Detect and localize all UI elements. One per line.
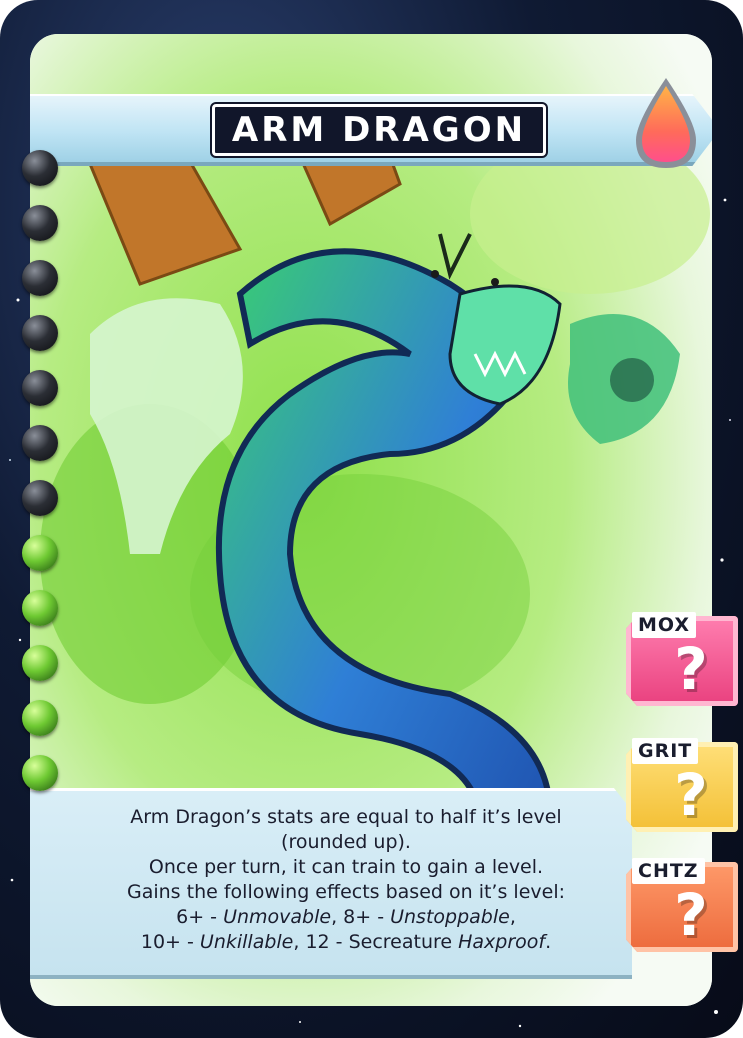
level-ring-filled [22,700,58,736]
stat-grit: GRIT ? [626,738,738,832]
effects-line: 10+ - Unkillable, 12 - Secreature Haxpro… [140,931,552,953]
fire-drop-icon [636,78,696,168]
level-ring [22,205,58,241]
level-ring [22,150,58,186]
level-ring [22,260,58,296]
level-track [22,150,62,791]
stat-mox: MOX ? [626,612,738,706]
ability-text-box: Arm Dragon’s stats are equal to half it’… [30,788,632,979]
card-face: ARM DRAGON Arm Dragon’s stats are equal … [30,34,712,1006]
level-ring-filled [22,535,58,571]
level-ring [22,370,58,406]
keyword-haxproof: Haxproof [458,931,546,953]
ability-line: Arm Dragon’s stats are equal to half it’… [130,806,562,828]
level-ring-filled [22,645,58,681]
level-ring-filled [22,590,58,626]
ability-text: Arm Dragon’s stats are equal to half it’… [86,805,606,955]
level-ring-filled [22,755,58,791]
stat-chtz: CHTZ ? [626,858,738,952]
level-ring [22,480,58,516]
stat-grit-value: ? [674,761,708,829]
ability-line: Gains the following effects based on it’… [127,881,565,903]
card-title: ARM DRAGON [212,104,546,156]
ability-line: (rounded up). [281,831,411,853]
keyword-unkillable: Unkillable [199,931,294,953]
ability-line: Once per turn, it can train to gain a le… [148,856,544,878]
stat-mox-value: ? [674,635,708,703]
level-ring [22,315,58,351]
level-ring [22,425,58,461]
keyword-unstoppable: Unstoppable [390,906,510,928]
keyword-unmovable: Unmovable [223,906,332,928]
game-card[interactable]: ARM DRAGON Arm Dragon’s stats are equal … [0,0,743,1038]
stat-chtz-value: ? [674,881,708,949]
effects-line: 6+ - Unmovable, 8+ - Unstoppable, [176,906,516,928]
